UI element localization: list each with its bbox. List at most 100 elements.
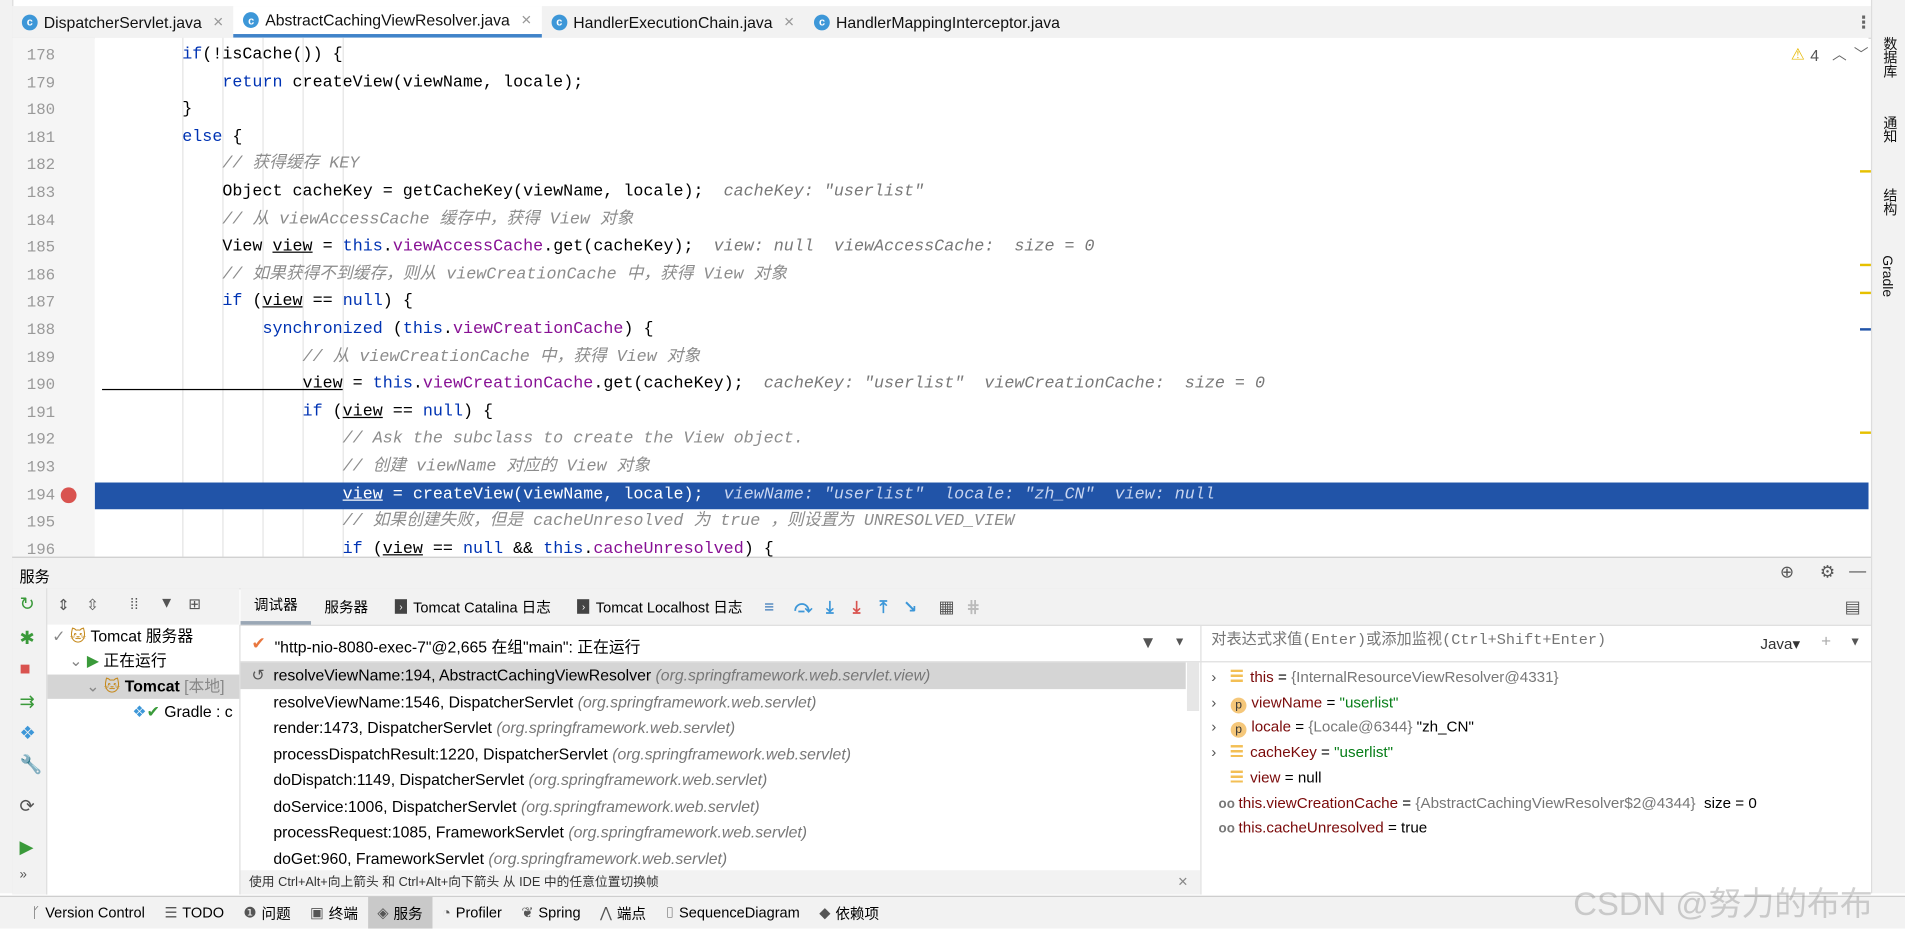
variable-viewName[interactable]: › p viewName = "userlist" <box>1211 690 1398 715</box>
code-line[interactable]: if (view == null) { <box>95 290 1869 317</box>
code-line[interactable]: // 从 viewCreationCache 中，获得 View 对象 <box>95 345 1869 372</box>
toolwindow--[interactable]: ◆ 依赖项 <box>810 897 889 929</box>
tab-localhost-log[interactable]: › Tomcat Localhost 日志 <box>564 588 756 624</box>
toolwindow-sequencediagram[interactable]: ⌷ SequenceDiagram <box>656 897 810 929</box>
code-line[interactable]: return createView(viewName, locale); <box>95 70 1869 97</box>
code-line[interactable]: if (view == null && this.cacheUnresolved… <box>95 537 1869 557</box>
breakpoint-icon[interactable] <box>60 486 77 503</box>
evaluate-expression-input[interactable] <box>1208 630 1724 651</box>
artifacts-icon[interactable]: ❖ <box>19 722 35 744</box>
tree-node-running[interactable]: ⌄ ▶ 正在运行 <box>69 649 166 673</box>
code-line[interactable]: } <box>95 97 1869 124</box>
code-line[interactable]: Object cacheKey = getCacheKey(viewName, … <box>95 180 1869 207</box>
database-tab[interactable]: 数据库 <box>1879 36 1898 78</box>
chevron-up-icon[interactable]: ︿ <box>1832 44 1847 65</box>
dropdown-icon[interactable]: ▼ <box>1849 636 1861 649</box>
code-line[interactable]: // 如果获得不到缓存，则从 viewCreationCache 中，获得 Vi… <box>95 262 1869 289</box>
expand-icon[interactable]: › <box>1211 740 1216 765</box>
group-icon[interactable]: ⁞⁞ <box>130 596 138 613</box>
code-line[interactable]: if(!isCache()) { <box>95 43 1869 70</box>
code-line[interactable]: // 创建 viewName 对应的 View 对象 <box>95 455 1869 482</box>
notifications-tab[interactable]: 通知 <box>1879 115 1898 143</box>
structure-tab[interactable]: 结构 <box>1879 188 1898 216</box>
more-icon[interactable]: » <box>19 868 26 883</box>
toolwindow-spring[interactable]: ❦ Spring <box>512 897 591 929</box>
stack-frame[interactable]: ↺ resolveViewName:194, AbstractCachingVie… <box>240 662 1186 689</box>
code-line[interactable]: // 获得缓存 KEY <box>95 152 1869 179</box>
close-icon[interactable]: ✕ <box>1177 870 1188 894</box>
refresh-icon[interactable]: ⟳ <box>19 795 34 817</box>
variable-view[interactable]: view = null <box>1214 765 1321 790</box>
variable-cacheKey[interactable]: › cacheKey = "userlist" <box>1211 740 1393 765</box>
stack-frame[interactable]: doDispatch:1149, DispatcherServlet (org.… <box>241 767 1186 793</box>
variable-this-cacheUnresolved[interactable]: oo this.cacheUnresolved = true <box>1214 816 1428 841</box>
code-line[interactable]: else { <box>95 125 1869 152</box>
toolwindow-version-control[interactable]: ᚴ Version Control <box>22 897 155 929</box>
close-icon[interactable]: ✕ <box>784 14 795 30</box>
collapse-all-icon[interactable]: ⇳ <box>86 596 99 614</box>
tree-node-gradle[interactable]: ❖✔ Gradle : c <box>132 700 232 724</box>
expand-icon[interactable]: › <box>1211 715 1216 740</box>
more-tabs-icon[interactable]: ⋮ <box>1855 12 1872 33</box>
stop-icon[interactable]: ■ <box>19 659 30 680</box>
filter-icon[interactable]: ▼ <box>1140 632 1157 651</box>
run-to-cursor-icon[interactable]: ↘ <box>897 596 924 617</box>
code-line[interactable]: synchronized (this.viewCreationCache) { <box>95 317 1869 344</box>
toolwindow--[interactable]: ❶ 问题 <box>234 897 301 929</box>
stack-frame[interactable]: processDispatchResult:1220, DispatcherSe… <box>241 741 1186 767</box>
stack-frame[interactable]: doGet:960, FrameworkServlet (org.springf… <box>241 845 1186 871</box>
deploy-icon[interactable]: ⇉ <box>19 690 34 713</box>
tree-node-tomcat-server[interactable]: ✓ 🐱 Tomcat 服务器 <box>52 625 193 649</box>
tab-server[interactable]: 服务器 <box>311 588 381 624</box>
toolwindow-profiler[interactable]: ◔ Profiler <box>432 897 511 929</box>
frames-scrollbar[interactable] <box>1186 662 1200 712</box>
warning-icon[interactable]: ⚠ <box>1791 45 1805 64</box>
step-into-icon[interactable]: ⤓ <box>817 596 844 617</box>
step-over-icon[interactable]: ⤼ <box>790 596 817 617</box>
tab-handlermappinginterceptor-java[interactable]: c HandlerMappingInterceptor.java <box>804 6 1069 38</box>
rerun-icon[interactable]: ↻ <box>19 593 34 615</box>
variable-locale[interactable]: › p locale = {Locale@6344} "zh_CN" <box>1211 715 1474 740</box>
code-line[interactable]: View view = this.viewAccessCache.get(cac… <box>95 235 1869 262</box>
dropdown-icon[interactable]: ▼ <box>1174 636 1186 649</box>
code-line[interactable]: view = createView(viewName, locale); view… <box>94 482 1869 510</box>
code-editor[interactable]: if(!isCache()) { return createView(viewN… <box>94 37 1869 557</box>
close-icon[interactable]: ✕ <box>521 12 532 28</box>
wrench-icon[interactable]: 🔧 <box>19 754 42 776</box>
toolwindow-todo[interactable]: ☰ TODO <box>155 897 234 929</box>
stack-frame[interactable]: doService:1006, DispatcherServlet (org.s… <box>241 793 1186 819</box>
gear-icon[interactable]: ⚙ <box>1820 562 1835 583</box>
tab-debugger[interactable]: 调试器 <box>240 588 312 625</box>
add-watch-icon[interactable]: + <box>1821 631 1831 650</box>
layout-icon[interactable]: ▤ <box>1839 596 1866 617</box>
tab-abstractcachingviewresolver-java[interactable]: c AbstractCachingViewResolver.java ✕ <box>233 6 542 38</box>
toolwindow--[interactable]: ⋀ 端点 <box>590 897 655 929</box>
resume-icon[interactable]: ▶ <box>19 836 33 858</box>
toolwindow--[interactable]: ▣ 终端 <box>300 897 367 929</box>
expand-all-icon[interactable]: ⇕ <box>57 596 70 614</box>
step-out-icon[interactable]: ⤒ <box>870 596 897 617</box>
code-line[interactable]: view = this.viewCreationCache.get(cacheK… <box>95 372 1869 399</box>
code-line[interactable]: // 如果创建失败，但是 cacheUnresolved 为 true ，则设置… <box>95 509 1869 536</box>
code-line[interactable]: if (view == null) { <box>95 400 1869 427</box>
language-select[interactable]: Java▾ <box>1760 634 1800 653</box>
stack-frame[interactable]: render:1473, DispatcherServlet (org.spri… <box>241 715 1186 741</box>
debug-icon[interactable]: ✱ <box>19 627 34 649</box>
force-step-into-icon[interactable]: ⤓ <box>843 596 870 617</box>
thread-selector[interactable]: ✔ "http-nio-8080-exec-7"@2,665 在组"main":… <box>240 626 1201 663</box>
tab-handlerexecutionchain-java[interactable]: c HandlerExecutionChain.java ✕ <box>542 6 805 38</box>
code-line[interactable]: // 从 viewAccessCache 缓存中，获得 View 对象 <box>95 207 1869 234</box>
toolwindow--[interactable]: ◈ 服务 <box>367 896 433 929</box>
filter-icon[interactable]: ▼ <box>159 594 174 611</box>
expand-icon[interactable]: › <box>1211 690 1216 715</box>
variable-this[interactable]: › this = {InternalResourceViewResolver@43… <box>1211 665 1558 690</box>
chevron-down-icon[interactable]: ﹀ <box>1854 44 1869 65</box>
code-line[interactable]: // Ask the subclass to create the View o… <box>95 427 1869 454</box>
minimize-icon[interactable]: — <box>1849 560 1866 579</box>
stack-frame[interactable]: processRequest:1085, FrameworkServlet (o… <box>241 819 1186 845</box>
menu-icon[interactable]: ≡ <box>756 597 783 616</box>
warning-count[interactable]: 4 <box>1810 46 1819 64</box>
target-icon[interactable]: ⊕ <box>1780 562 1794 583</box>
close-icon[interactable]: ✕ <box>213 14 224 30</box>
tree-node-tomcat-local[interactable]: ⌄ 🐱 Tomcat [本地] <box>47 674 240 699</box>
